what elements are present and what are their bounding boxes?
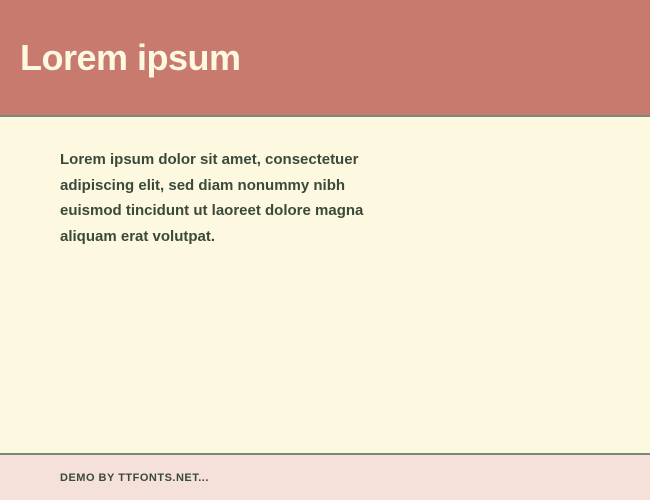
header: Lorem ipsum xyxy=(0,0,650,115)
body-text: Lorem ipsum dolor sit amet, consectetuer… xyxy=(60,147,400,249)
content-area: Lorem ipsum dolor sit amet, consectetuer… xyxy=(0,117,650,453)
footer: DEMO BY TTFONTS.NET... xyxy=(0,455,650,500)
page-title: Lorem ipsum xyxy=(20,37,241,79)
footer-text: DEMO BY TTFONTS.NET... xyxy=(60,472,209,484)
